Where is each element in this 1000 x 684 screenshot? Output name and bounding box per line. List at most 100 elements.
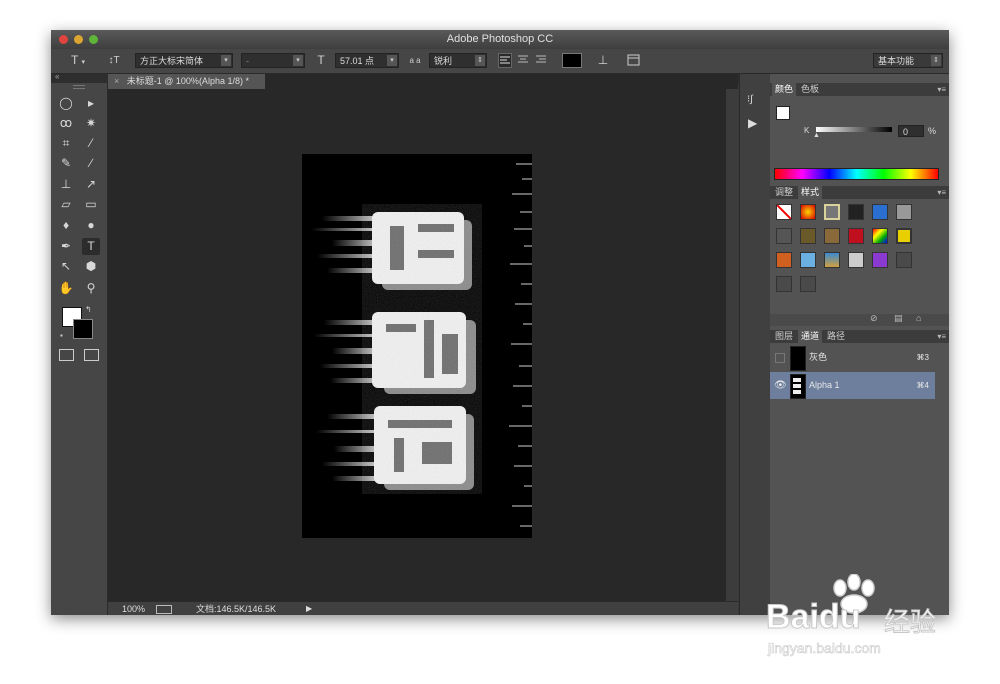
document-size-info: 文档:146.5K/146.5K	[196, 604, 277, 614]
align-right-button[interactable]	[535, 53, 549, 68]
channel-row-alpha1[interactable]: 👁 Alpha 1 ⌘4	[770, 372, 935, 399]
text-tool-preset-icon[interactable]: T ▾	[63, 53, 93, 68]
visibility-toggle[interactable]	[775, 353, 785, 363]
clear-style-icon[interactable]: ⊘	[870, 313, 878, 324]
style-swatch[interactable]	[896, 204, 912, 220]
zoom-level[interactable]: 100%	[122, 602, 145, 615]
style-swatch[interactable]	[872, 252, 888, 268]
document-tab[interactable]: × 未标题-1 @ 100%(Alpha 1/8) *	[108, 74, 265, 89]
tab-adjustments[interactable]: 调整	[772, 186, 796, 199]
style-swatch[interactable]	[872, 228, 888, 244]
toolbar-grip[interactable]	[73, 85, 85, 89]
align-center-icon	[518, 55, 528, 63]
style-none-swatch[interactable]	[776, 204, 792, 220]
brush-tool-icon[interactable]: ∕	[82, 155, 100, 172]
workspace-select[interactable]: 基本功能 ⇕	[873, 53, 943, 68]
tab-color[interactable]: 颜色	[772, 83, 797, 96]
font-family-select[interactable]: 方正大标宋简体 ▾	[135, 53, 233, 68]
status-menu-arrow[interactable]: ▶	[306, 602, 312, 615]
style-swatch[interactable]	[848, 252, 864, 268]
status-share-icon[interactable]	[156, 605, 172, 614]
zoom-tool-icon[interactable]: ⚲	[82, 280, 100, 297]
new-style-icon[interactable]: ▤	[894, 313, 903, 324]
eye-icon[interactable]: 👁	[774, 372, 787, 399]
style-swatch[interactable]	[848, 228, 864, 244]
zoom-window-button[interactable]	[89, 35, 98, 44]
magic-wand-tool-icon[interactable]: ✷	[82, 115, 100, 132]
close-icon[interactable]: ×	[114, 76, 119, 86]
tab-paths[interactable]: 路径	[824, 330, 848, 343]
text-orientation-icon[interactable]: ↕T	[105, 53, 123, 68]
clone-stamp-tool-icon[interactable]: ⊥	[57, 176, 75, 193]
panel-menu-icon[interactable]: ▾≡	[937, 186, 946, 199]
style-swatch[interactable]	[824, 228, 840, 244]
k-slider-track[interactable]	[816, 127, 892, 132]
style-swatch[interactable]	[800, 276, 816, 292]
lasso-tool-icon[interactable]: ꝏ	[57, 115, 75, 132]
pen-tool-icon[interactable]: ✒	[57, 238, 75, 255]
vertical-scrollbar[interactable]	[726, 89, 738, 601]
style-swatch[interactable]	[800, 228, 816, 244]
hand-tool-icon[interactable]: ✋	[57, 280, 75, 297]
font-size-select[interactable]: 57.01 点 ▾	[335, 53, 399, 68]
align-center-button[interactable]	[517, 53, 531, 68]
healing-brush-tool-icon[interactable]: ✎	[57, 155, 75, 172]
eraser-tool-icon[interactable]: ▱	[57, 196, 75, 213]
color-spectrum-bar[interactable]	[774, 168, 939, 180]
delete-style-icon[interactable]: ⌂	[916, 313, 921, 323]
style-swatch[interactable]	[896, 228, 912, 244]
style-swatch[interactable]	[800, 204, 816, 220]
gradient-tool-icon[interactable]: ▭	[82, 196, 100, 213]
style-swatch-selected[interactable]	[824, 204, 840, 220]
antialias-select[interactable]: 锐利 ⇕	[429, 53, 487, 68]
move-tool-icon[interactable]: ▸	[82, 95, 100, 112]
background-color-swatch[interactable]	[73, 319, 93, 339]
k-slider-handle-icon[interactable]: ▲	[813, 132, 820, 139]
eyedropper-tool-icon[interactable]: ⁄	[82, 135, 100, 152]
default-colors-icon[interactable]: ▪	[60, 331, 63, 340]
warp-text-icon[interactable]: ⊥	[595, 53, 611, 68]
marquee-tool-icon[interactable]: ◯	[57, 95, 75, 112]
close-window-button[interactable]	[59, 35, 68, 44]
style-swatch[interactable]	[872, 204, 888, 220]
quick-mask-icon[interactable]	[59, 349, 74, 361]
style-swatch[interactable]	[800, 252, 816, 268]
chevron-down-icon: ▾	[387, 55, 397, 66]
screen-mode-icon[interactable]	[84, 349, 99, 361]
font-style-select[interactable]: - ▾	[241, 53, 305, 68]
align-left-button[interactable]	[498, 53, 512, 68]
photoshop-window: Adobe Photoshop CC T ▾ ↕T 方正大标宋简体 ▾ - ▾ …	[51, 30, 949, 615]
minimize-window-button[interactable]	[74, 35, 83, 44]
type-tool-icon[interactable]: T	[82, 238, 100, 255]
collapse-left-icon[interactable]: «	[55, 72, 59, 81]
style-swatch[interactable]	[824, 252, 840, 268]
style-swatch[interactable]	[848, 204, 864, 220]
styles-footer: ⊘ ▤ ⌂	[770, 313, 949, 326]
actions-play-icon[interactable]: ▶	[748, 116, 762, 130]
path-selection-tool-icon[interactable]: ↖	[57, 258, 75, 275]
channel-row-gray[interactable]: 灰色 ⌘3	[770, 344, 935, 371]
color-fg-swatch[interactable]	[776, 106, 790, 120]
panel-menu-icon[interactable]: ▾≡	[937, 330, 946, 343]
style-swatch[interactable]	[776, 276, 792, 292]
panel-menu-icon[interactable]: ▾≡	[937, 83, 946, 96]
style-swatch[interactable]	[776, 252, 792, 268]
history-panel-icon[interactable]: ⁝∫	[747, 94, 762, 108]
document-canvas[interactable]	[302, 154, 532, 538]
text-color-swatch[interactable]	[562, 53, 582, 68]
shape-tool-icon[interactable]: ⬢	[82, 258, 100, 275]
style-swatch[interactable]	[896, 252, 912, 268]
blur-tool-icon[interactable]: ♦	[57, 217, 75, 234]
dodge-tool-icon[interactable]: ●	[82, 217, 100, 234]
tab-channels[interactable]: 通道	[798, 330, 823, 343]
tab-styles[interactable]: 样式	[798, 186, 823, 199]
crop-tool-icon[interactable]: ⌗	[57, 135, 75, 152]
tab-swatches[interactable]: 色板	[798, 83, 822, 96]
k-value-input[interactable]: 0	[898, 125, 924, 137]
character-panel-button[interactable]	[627, 53, 641, 68]
tab-layers[interactable]: 图层	[772, 330, 796, 343]
history-brush-tool-icon[interactable]: ↗	[82, 176, 100, 193]
swap-colors-icon[interactable]: ↰	[85, 305, 92, 314]
channel-shortcut: ⌘3	[916, 353, 929, 362]
style-swatch[interactable]	[776, 228, 792, 244]
